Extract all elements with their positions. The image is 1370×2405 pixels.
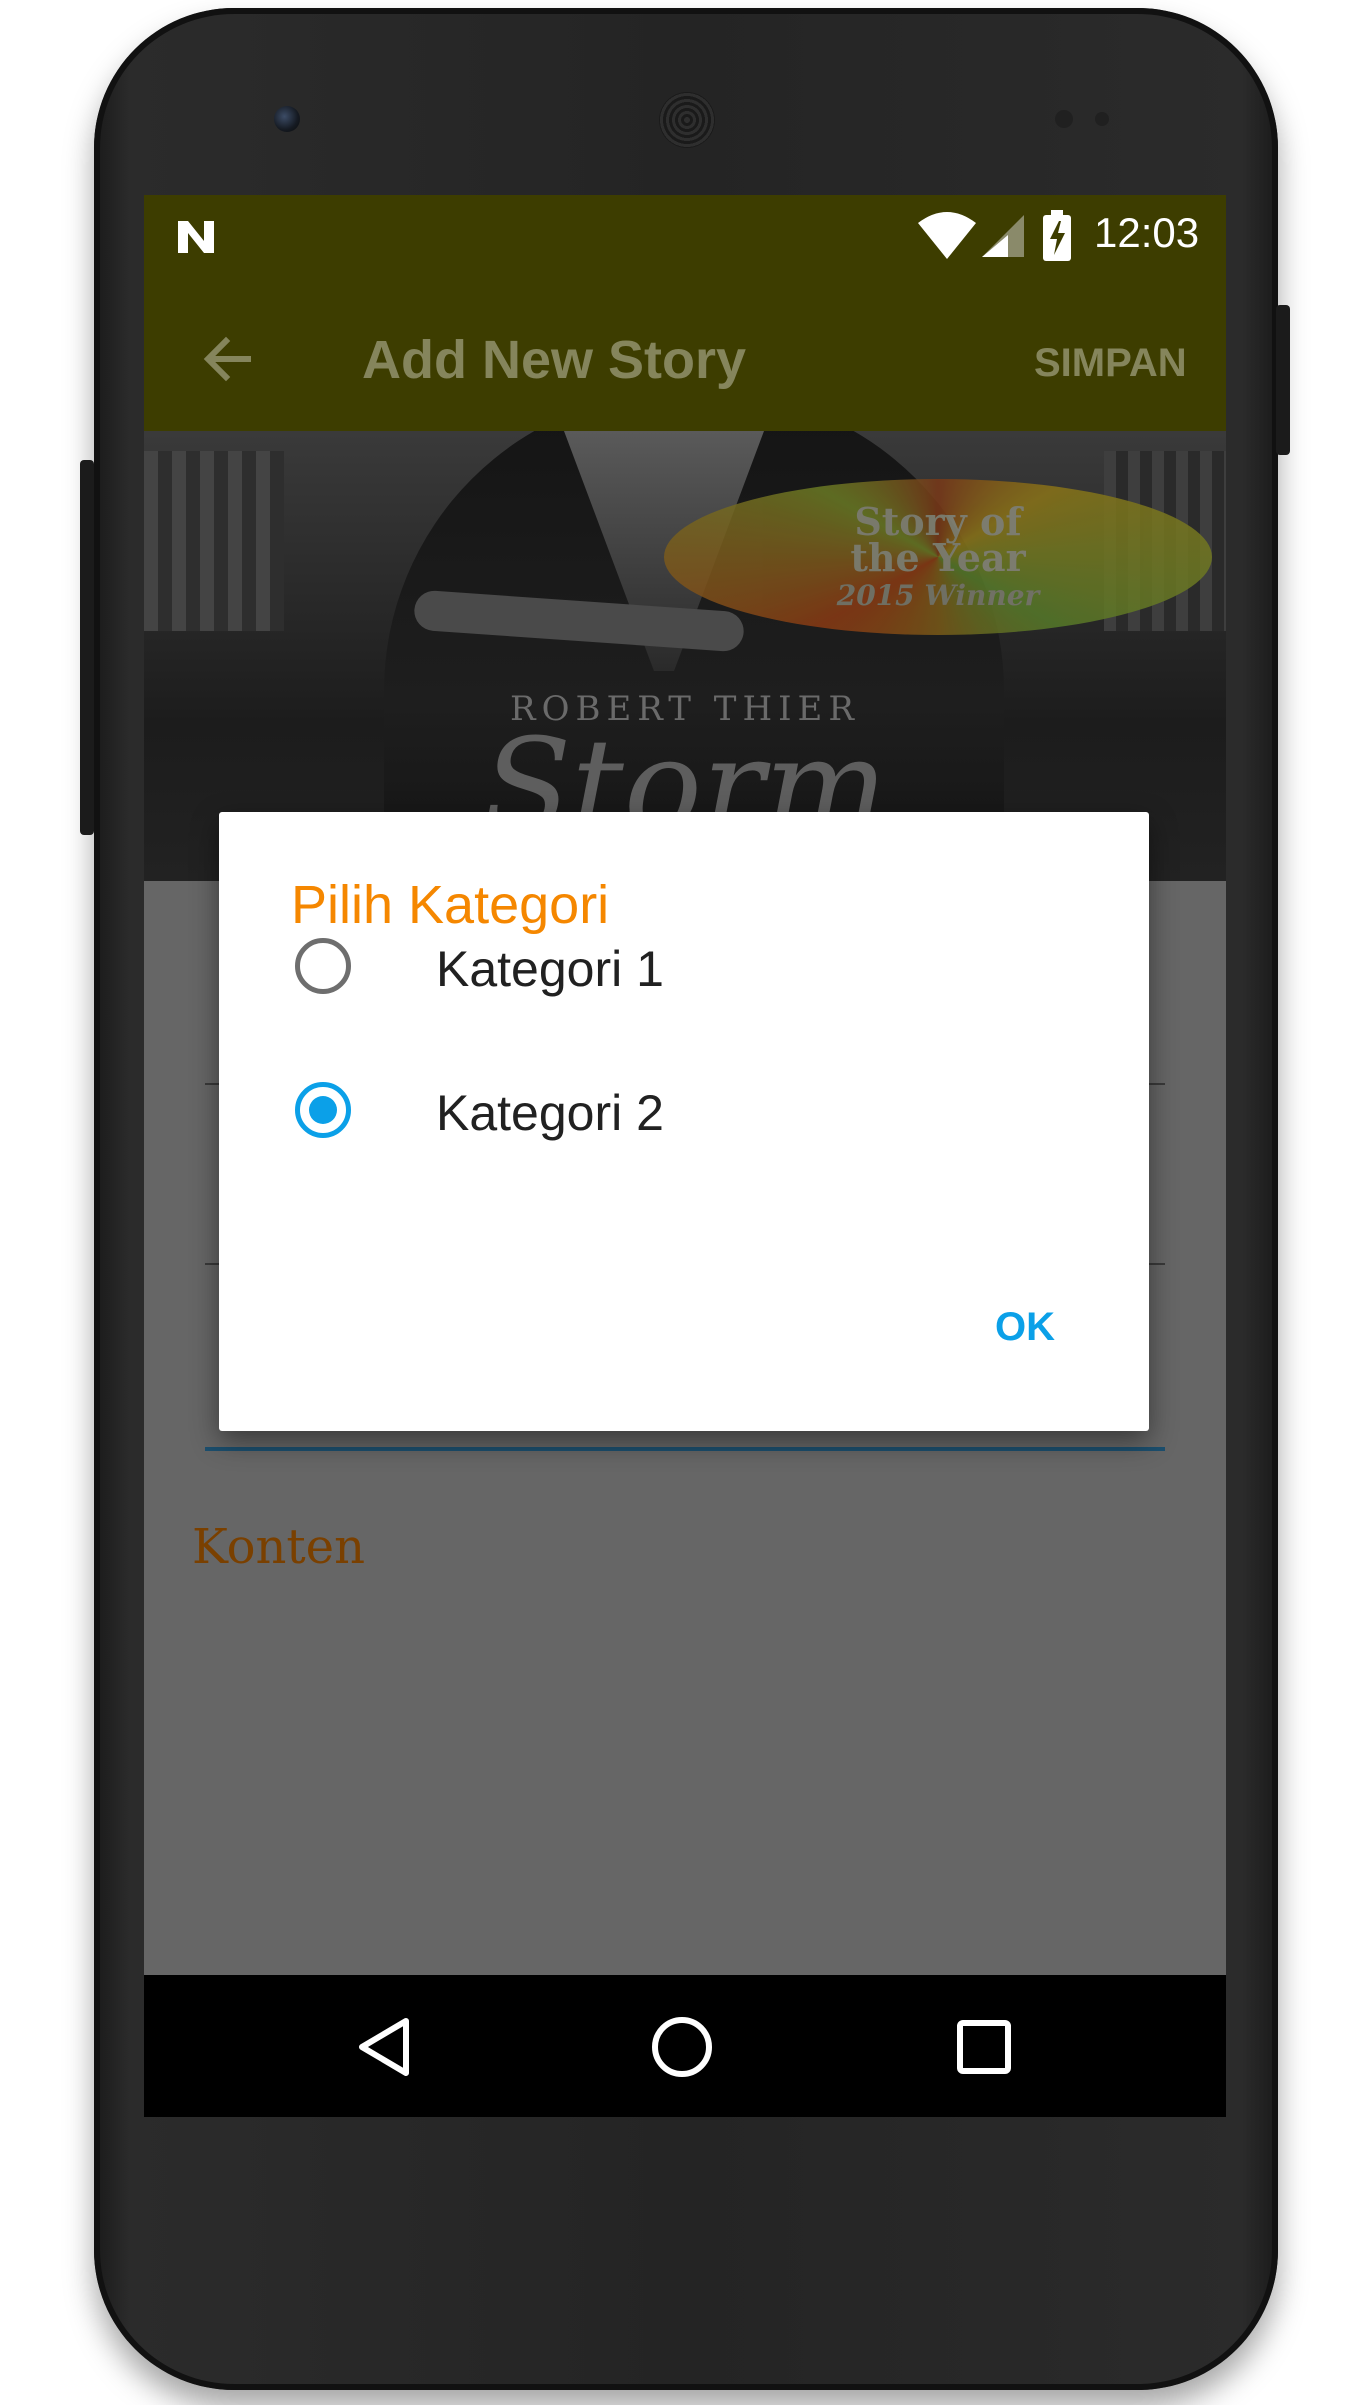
page-title: Add New Story (362, 330, 747, 390)
badge-line-3: 2015 Winner (836, 579, 1040, 612)
category-dialog: Pilih Kategori Kategori 1 Kategori 2 OK (219, 812, 1149, 1431)
option-label: Kategori 1 (436, 941, 664, 997)
back-arrow-icon[interactable] (200, 331, 256, 387)
radio-button-checked[interactable] (295, 1082, 351, 1138)
option-kategori-1[interactable]: Kategori 1 (219, 902, 1149, 1032)
home-circle-icon[interactable] (650, 2015, 714, 2079)
earpiece-speaker (659, 92, 715, 148)
wifi-icon (918, 212, 976, 259)
award-badge: Story of the Year 2015 Winner (664, 479, 1212, 635)
status-time: 12:03 (1094, 209, 1200, 256)
building-decoration (144, 451, 284, 631)
badge-line-2: the Year (850, 535, 1026, 580)
power-button (1276, 305, 1290, 455)
notification-n-icon (178, 221, 214, 253)
light-sensor (1095, 112, 1109, 126)
status-bar: 12:03 (144, 195, 1226, 285)
content-label: Konten (192, 1519, 365, 1575)
volume-button (80, 460, 94, 835)
front-camera (274, 106, 300, 132)
focused-field-underline[interactable] (205, 1447, 1165, 1451)
back-triangle-icon[interactable] (354, 2015, 414, 2079)
cellular-signal-icon (982, 215, 1024, 257)
save-button[interactable]: SIMPAN (1034, 341, 1187, 386)
recents-square-icon[interactable] (956, 2019, 1012, 2075)
app-bar: Add New Story SIMPAN (144, 285, 1226, 431)
battery-charging-icon (1043, 210, 1071, 261)
proximity-sensor (1055, 110, 1073, 128)
navigation-bar (144, 1975, 1226, 2117)
radio-button-unchecked[interactable] (295, 938, 351, 994)
option-label: Kategori 2 (436, 1085, 664, 1141)
option-kategori-2[interactable]: Kategori 2 (219, 1044, 1149, 1174)
ok-button[interactable]: OK (995, 1305, 1055, 1350)
screen: 12:03 Add New Story SIMPAN Story of the … (144, 195, 1226, 2117)
